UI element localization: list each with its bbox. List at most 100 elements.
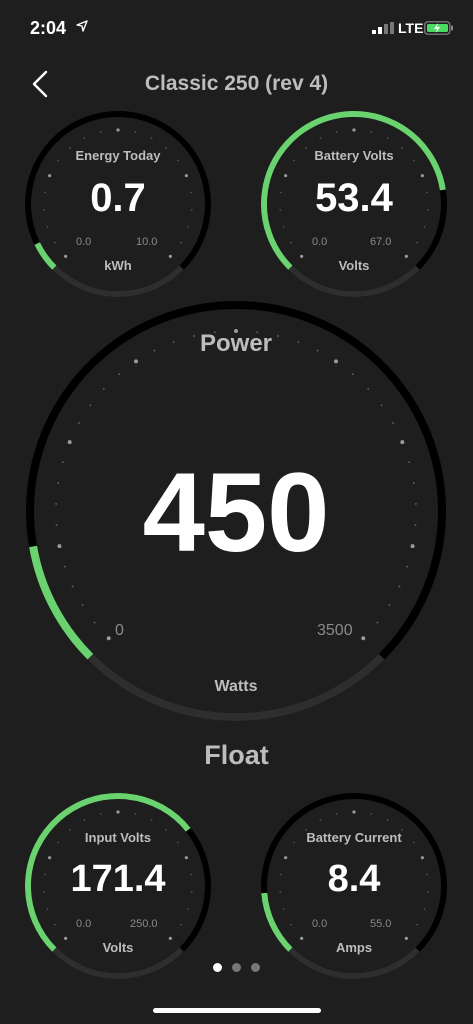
status-bar: 2:04 LTE: [0, 0, 473, 56]
gauge-min: 0: [115, 622, 124, 639]
gauge-tick: [102, 387, 105, 390]
gauge-tick: [150, 137, 153, 139]
gauge-value: 8.4: [327, 858, 381, 900]
page-dot[interactable]: [232, 963, 241, 972]
gauge-max: 250.0: [130, 918, 158, 930]
gauge-tick: [423, 908, 426, 910]
gauge-tick: [118, 373, 121, 376]
gauge-tick: [187, 226, 190, 228]
gauge-tick: [116, 128, 120, 132]
page-dot[interactable]: [251, 963, 260, 972]
gauge-tick: [386, 819, 389, 821]
gauge-value: 53.4: [315, 176, 393, 220]
gauge-tick: [54, 241, 56, 244]
gauge-tick: [392, 422, 395, 425]
gauge-min: 0.0: [76, 236, 92, 248]
gauge-tick: [423, 226, 426, 228]
gauge-tick: [116, 810, 120, 814]
gauge-tick: [370, 813, 373, 815]
battery-current-gauge[interactable]: Battery Current 8.4 0.0 55.0 Amps: [260, 792, 448, 980]
gauge-tick: [46, 226, 49, 228]
gauge-max: 67.0: [370, 236, 392, 248]
gauge-max: 3500: [317, 622, 353, 639]
gauge-label: Energy Today: [75, 148, 161, 163]
gauge-unit: Volts: [102, 940, 134, 955]
gauge-tick: [370, 131, 373, 133]
cell-signal-icon: [372, 22, 394, 34]
battery-charging-icon: [424, 21, 453, 35]
gauge-tick: [352, 810, 356, 814]
page-indicator: [0, 959, 473, 977]
gauge-tick: [106, 636, 111, 641]
gauge-tick: [290, 241, 292, 244]
power-gauge[interactable]: Power 450 0 3500 Watts: [25, 300, 447, 722]
gauge-max: 55.0: [370, 918, 392, 930]
gauge-tick: [134, 813, 137, 815]
gauge-tick: [89, 404, 92, 407]
gauge-min: 0.0: [312, 918, 328, 930]
gauge-tick: [77, 422, 80, 425]
gauge-value: 450: [142, 450, 330, 575]
gauge-tick: [351, 373, 354, 376]
home-indicator[interactable]: [153, 1008, 321, 1013]
gauge-label: Power: [199, 330, 273, 357]
gauge-tick: [83, 819, 86, 821]
gauge-unit: Amps: [335, 940, 373, 955]
gauge-label: Input Volts: [84, 830, 152, 845]
nav-bar: Classic 250 (rev 4): [0, 60, 473, 108]
gauge-label: Battery Volts: [314, 148, 394, 163]
gauge-tick: [335, 131, 338, 133]
gauge-tick: [386, 137, 389, 139]
gauge-tick: [388, 604, 391, 607]
gauge-tick: [334, 359, 338, 364]
gauge-tick: [187, 908, 190, 910]
battery-volts-gauge[interactable]: Battery Volts 53.4 0.0 67.0 Volts: [260, 110, 448, 298]
gauge-min: 0.0: [312, 236, 328, 248]
gauge-tick: [83, 137, 86, 139]
carrier-label: LTE: [398, 20, 424, 36]
gauge-tick: [71, 585, 74, 588]
gauge-unit: Volts: [338, 258, 370, 273]
gauge-tick: [398, 585, 401, 588]
gauge-tick: [290, 923, 292, 926]
status-time: 2:04: [30, 18, 67, 38]
gauge-tick: [319, 137, 322, 139]
gauge-max: 10.0: [136, 236, 158, 248]
location-arrow-icon: [76, 20, 88, 32]
gauge-label: Battery Current: [306, 830, 402, 845]
gauge-tick: [134, 359, 138, 364]
gauge-tick: [376, 621, 379, 624]
gauge-tick: [400, 440, 405, 445]
gauge-tick: [416, 241, 418, 244]
gauge-value: 171.4: [70, 858, 166, 900]
gauge-tick: [93, 621, 96, 624]
gauge-tick: [282, 226, 285, 228]
gauge-tick: [367, 387, 370, 390]
gauge-tick: [180, 241, 182, 244]
gauge-tick: [99, 131, 102, 133]
gauge-tick: [352, 128, 356, 132]
gauge-unit: Watts: [214, 678, 258, 695]
page-dot[interactable]: [213, 963, 222, 972]
page-title: Classic 250 (rev 4): [144, 72, 329, 95]
gauge-tick: [380, 404, 383, 407]
charge-state-label: Float: [204, 740, 269, 770]
gauge-tick: [67, 440, 72, 445]
gauge-tick: [416, 923, 418, 926]
gauge-tick: [81, 604, 84, 607]
input-volts-gauge[interactable]: Input Volts 171.4 0.0 250.0 Volts: [24, 792, 212, 980]
gauge-value: 0.7: [90, 176, 146, 220]
energy-today-gauge[interactable]: Energy Today 0.7 0.0 10.0 kWh: [24, 110, 212, 298]
gauge-tick: [335, 813, 338, 815]
gauge-tick: [134, 131, 137, 133]
gauge-tick: [46, 908, 49, 910]
gauge-tick: [150, 819, 153, 821]
gauge-unit: kWh: [104, 258, 132, 273]
gauge-tick: [282, 908, 285, 910]
gauge-tick: [319, 819, 322, 821]
gauge-tick: [361, 636, 366, 641]
gauge-min: 0.0: [76, 918, 92, 930]
gauge-tick: [99, 813, 102, 815]
gauge-tick: [180, 923, 182, 926]
gauge-tick: [54, 923, 56, 926]
